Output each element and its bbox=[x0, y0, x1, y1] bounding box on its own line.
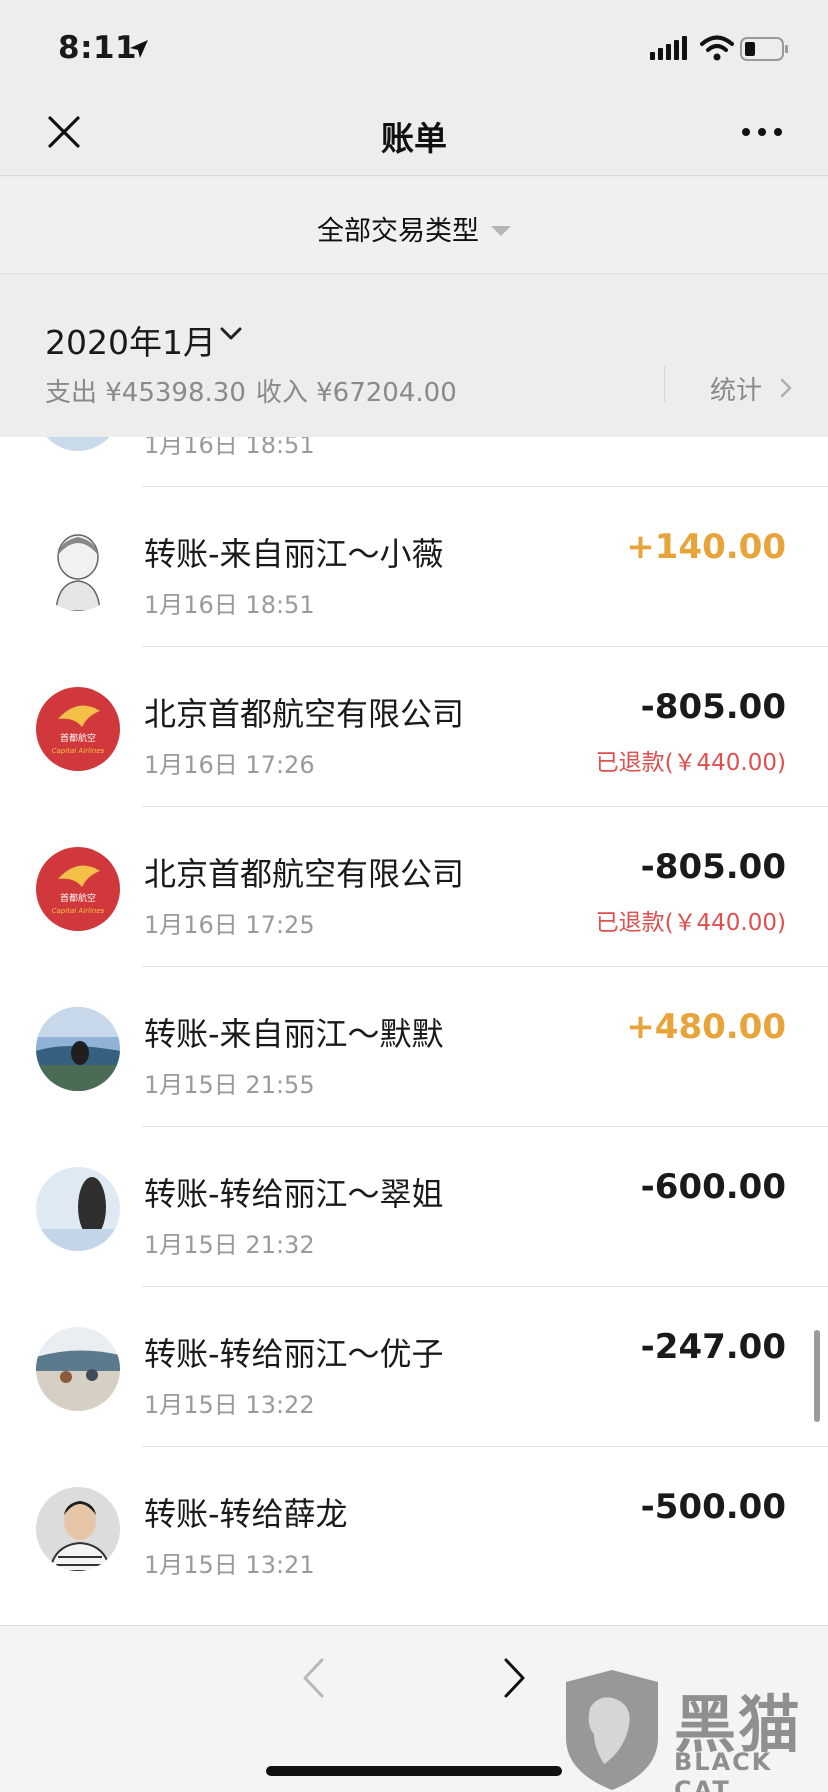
month-header: 2020年1月 支出 ¥45398.30 收入 ¥67204.00 统计 bbox=[0, 274, 828, 437]
transaction-row[interactable]: 转账-来自丽江～小薇 1月16日 18:51 +140.00 bbox=[0, 487, 828, 647]
avatar bbox=[36, 527, 120, 611]
airline-logo-en: Capital Airlines bbox=[52, 907, 105, 915]
transaction-row[interactable]: 转账-转给丽江～优子 1月15日 13:22 -247.00 bbox=[0, 1287, 828, 1447]
transaction-row[interactable]: 首都航空 Capital Airlines 北京首都航空有限公司 1月16日 17… bbox=[0, 807, 828, 967]
expense-total: 支出 ¥45398.30 bbox=[45, 378, 246, 408]
transaction-time: 1月16日 18:51 bbox=[144, 591, 315, 619]
wifi-icon bbox=[700, 35, 734, 61]
transaction-amount: -805.00 bbox=[640, 847, 786, 887]
avatar bbox=[36, 1007, 120, 1091]
home-indicator[interactable] bbox=[266, 1766, 562, 1776]
transaction-title: 北京首都航空有限公司 bbox=[144, 695, 465, 733]
watermark: 黑猫 BLACK CAT bbox=[556, 1668, 828, 1792]
transaction-amount: -500.00 bbox=[640, 1487, 786, 1527]
airline-logo-cn: 首都航空 bbox=[60, 732, 96, 744]
refund-status: 已退款(￥440.00) bbox=[595, 750, 786, 776]
transaction-amount: -247.00 bbox=[640, 1327, 786, 1367]
page-title: 账单 bbox=[381, 119, 447, 158]
filter-label: 全部交易类型 bbox=[317, 216, 479, 247]
transaction-title: 转账-转给丽江～翠姐 bbox=[144, 1175, 444, 1213]
transaction-amount: -805.00 bbox=[640, 687, 786, 727]
transaction-time: 1月15日 21:55 bbox=[144, 1071, 315, 1099]
transaction-time: 1月16日 17:25 bbox=[144, 911, 315, 939]
transaction-title: 转账-转给丽江～优子 bbox=[144, 1335, 444, 1373]
back-arrow-icon[interactable] bbox=[302, 1658, 324, 1698]
avatar bbox=[36, 437, 120, 451]
income-total: 收入 ¥67204.00 bbox=[255, 378, 457, 408]
transaction-time: 1月15日 13:21 bbox=[144, 1551, 315, 1579]
transaction-title: 转账-来自丽江～默默 bbox=[144, 1015, 444, 1053]
airline-logo-cn: 首都航空 bbox=[60, 892, 96, 904]
more-icon[interactable] bbox=[740, 124, 784, 140]
caret-down-icon bbox=[491, 225, 511, 236]
month-summary: 支出 ¥45398.30 收入 ¥67204.00 bbox=[45, 372, 467, 409]
avatar bbox=[36, 1327, 120, 1411]
transaction-title: 转账-来自丽江～小薇 bbox=[144, 535, 444, 573]
battery-icon bbox=[740, 37, 788, 61]
refund-status: 已退款(￥440.00) bbox=[595, 910, 786, 936]
nav-bar: 账单 bbox=[0, 96, 828, 176]
location-arrow-icon bbox=[130, 40, 148, 58]
transaction-title: 转账-转给薛龙 bbox=[144, 1495, 348, 1533]
transaction-time: 1月15日 13:22 bbox=[144, 1391, 315, 1419]
transaction-time: 1月15日 21:32 bbox=[144, 1231, 315, 1259]
chevron-right-icon[interactable] bbox=[780, 378, 792, 398]
transaction-amount: -600.00 bbox=[640, 1167, 786, 1207]
chevron-down-icon[interactable] bbox=[220, 326, 242, 342]
forward-arrow-icon[interactable] bbox=[504, 1658, 526, 1698]
transaction-amount: +480.00 bbox=[626, 1007, 786, 1047]
transaction-time: 1月16日 17:26 bbox=[144, 751, 315, 779]
transaction-row[interactable]: 转账-转给丽江～翠姐 1月15日 21:32 -600.00 bbox=[0, 1127, 828, 1287]
transaction-row[interactable]: 1月16日 18:51 bbox=[0, 437, 828, 487]
watermark-en: BLACK CAT bbox=[674, 1748, 773, 1792]
stats-link[interactable]: 统计 bbox=[710, 370, 762, 407]
transaction-row[interactable]: 首都航空 Capital Airlines 北京首都航空有限公司 1月16日 17… bbox=[0, 647, 828, 807]
transaction-amount: +140.00 bbox=[626, 527, 786, 567]
avatar bbox=[36, 1167, 120, 1251]
transaction-list[interactable]: 1月16日 18:51 转账-来自丽江～小薇 1月16日 18:51 +140.… bbox=[0, 437, 828, 1625]
scrollbar-thumb[interactable] bbox=[814, 1330, 820, 1422]
status-bar: 8:11 bbox=[0, 0, 828, 96]
airline-logo-en: Capital Airlines bbox=[52, 747, 105, 755]
divider bbox=[664, 366, 665, 402]
transaction-row[interactable]: 转账-转给薛龙 1月15日 13:21 -500.00 bbox=[0, 1447, 828, 1607]
status-time: 8:11 bbox=[58, 30, 138, 66]
transaction-time: 1月16日 18:51 bbox=[144, 437, 315, 459]
airline-logo: 首都航空 Capital Airlines bbox=[36, 687, 120, 771]
transaction-title: 北京首都航空有限公司 bbox=[144, 855, 465, 893]
cat-shield-icon bbox=[566, 1670, 658, 1790]
filter-bar[interactable]: 全部交易类型 bbox=[0, 177, 828, 274]
transaction-type-filter[interactable]: 全部交易类型 bbox=[0, 209, 828, 248]
avatar bbox=[36, 1487, 120, 1571]
month-selector[interactable]: 2020年1月 bbox=[45, 316, 216, 364]
transaction-row[interactable]: 转账-来自丽江～默默 1月15日 21:55 +480.00 bbox=[0, 967, 828, 1127]
airline-logo: 首都航空 Capital Airlines bbox=[36, 847, 120, 931]
signal-icon bbox=[650, 36, 687, 60]
